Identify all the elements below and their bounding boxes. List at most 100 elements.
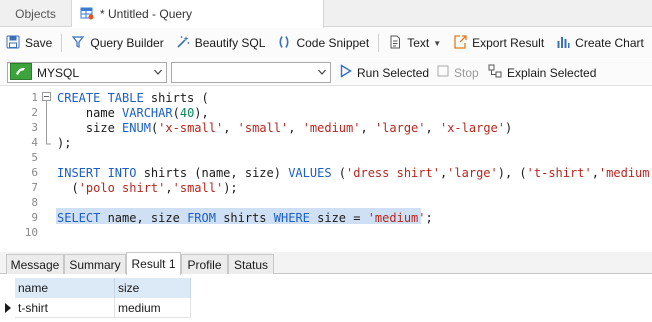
- column-header-size[interactable]: size: [115, 278, 191, 298]
- code-token: shirts: [223, 211, 274, 225]
- stop-button[interactable]: Stop: [437, 62, 479, 83]
- tab-summary[interactable]: Summary: [64, 254, 126, 274]
- table-cell[interactable]: t-shirt: [15, 298, 115, 318]
- tab-objects[interactable]: Objects: [0, 0, 72, 27]
- code-token: ), (: [497, 166, 527, 180]
- code-token: WHERE: [273, 211, 318, 225]
- connection-value: MYSQL: [37, 65, 80, 80]
- line-number: 2: [31, 106, 38, 119]
- stop-icon: [437, 65, 449, 80]
- save-button[interactable]: Save: [0, 31, 58, 55]
- code-token: VARCHAR: [122, 106, 173, 120]
- chevron-down-icon: [154, 69, 162, 75]
- code-line: );: [57, 136, 71, 150]
- code-line: size ENUM('x-small', 'small', 'medium', …: [57, 121, 512, 135]
- line-number: 9: [31, 211, 38, 224]
- export-result-label: Export Result: [472, 36, 545, 50]
- code-token: ,: [360, 121, 375, 135]
- play-icon: [340, 64, 352, 81]
- code-token: ,: [165, 181, 173, 195]
- code-token: );: [223, 181, 238, 195]
- code-token: shirts (: [150, 91, 209, 105]
- create-chart-label: Create Chart: [575, 36, 644, 50]
- tab-status[interactable]: Status: [228, 254, 274, 274]
- code-token: (: [338, 166, 347, 180]
- code-token: 'medium': [367, 211, 426, 225]
- save-icon: [6, 35, 20, 52]
- text-mode-button[interactable]: Text ▼: [382, 31, 447, 55]
- code-token: SELECT: [57, 211, 108, 225]
- tab-query-label: * Untitled - Query: [100, 7, 193, 21]
- table-cell[interactable]: medium: [115, 298, 191, 318]
- code-token: 'x-small': [158, 121, 224, 135]
- query-builder-icon: [71, 35, 85, 52]
- beautify-sql-label: Beautify SQL: [194, 36, 266, 50]
- code-line: ('polo shirt','small');: [57, 181, 238, 195]
- code-line: INSERT INTO shirts (name, size) VALUES (…: [57, 166, 652, 180]
- explain-icon: [488, 64, 502, 81]
- tab-result-1[interactable]: Result 1: [126, 252, 181, 275]
- chevron-down-icon: [318, 69, 326, 75]
- code-token: ): [505, 121, 513, 135]
- toolbar-divider: [61, 34, 63, 52]
- line-number: 5: [31, 151, 38, 164]
- caret-down-icon: ▼: [433, 38, 442, 48]
- line-number-gutter: 1 2 3 4 5 6 7 8 9 10: [0, 87, 51, 247]
- code-line: SELECT name, size FROM shirts WHERE size…: [57, 211, 433, 225]
- code-snippet-label: Code Snippet: [296, 36, 370, 50]
- tab-bar-empty-area: [324, 0, 652, 27]
- code-token: name: [57, 106, 123, 120]
- tab-result-1-label: Result 1: [131, 257, 176, 271]
- parentheses-icon: [277, 35, 291, 52]
- code-token: 'medium': [302, 121, 361, 135]
- code-token: );: [57, 136, 72, 150]
- query-builder-label: Query Builder: [90, 36, 164, 50]
- code-token: ;: [425, 211, 433, 225]
- code-token: ENUM: [122, 121, 151, 135]
- line-number: 4: [31, 136, 38, 149]
- line-number: 3: [31, 121, 38, 134]
- code-token: 'x-large': [439, 121, 505, 135]
- database-select[interactable]: [171, 62, 331, 83]
- current-row-indicator-icon: [5, 303, 11, 313]
- tab-status-label: Status: [233, 257, 269, 272]
- sql-editor[interactable]: 1 2 3 4 5 6 7 8 9 10 CREATE TABLE shirts…: [0, 87, 652, 247]
- code-token: size: [57, 121, 123, 135]
- code-token: ,: [288, 121, 303, 135]
- code-token: INSERT INTO: [57, 166, 144, 180]
- query-table-icon: [80, 6, 94, 23]
- code-snippet-button[interactable]: Code Snippet: [271, 31, 375, 55]
- run-selected-button[interactable]: Run Selected: [340, 62, 429, 83]
- code-token: 'small': [237, 121, 289, 135]
- line-number: 7: [31, 181, 38, 194]
- beautify-sql-button[interactable]: Beautify SQL: [170, 31, 272, 55]
- line-number: 10: [24, 226, 38, 239]
- explain-selected-button[interactable]: Explain Selected: [488, 62, 596, 83]
- code-line: CREATE TABLE shirts (: [57, 91, 209, 105]
- connection-select[interactable]: MYSQL: [7, 62, 167, 83]
- tab-untitled-query[interactable]: * Untitled - Query: [72, 0, 324, 28]
- query-builder-button[interactable]: Query Builder: [65, 31, 169, 55]
- export-result-button[interactable]: Export Result: [447, 31, 550, 55]
- code-token: 'large': [447, 166, 498, 180]
- code-token: ,: [591, 166, 599, 180]
- bar-chart-icon: [556, 35, 570, 52]
- column-header-name[interactable]: name: [15, 278, 115, 298]
- toolbar-divider: [378, 34, 380, 52]
- line-number: 8: [31, 196, 38, 209]
- tab-objects-label: Objects: [15, 6, 56, 21]
- line-number: 1: [31, 91, 38, 104]
- code-token: 'dress shirt': [346, 166, 440, 180]
- column-header-label: size: [118, 281, 140, 295]
- tab-profile[interactable]: Profile: [181, 254, 228, 274]
- tab-message[interactable]: Message: [6, 254, 64, 274]
- save-label: Save: [25, 36, 53, 50]
- column-header-label: name: [18, 281, 49, 295]
- create-chart-button[interactable]: Create Chart: [550, 31, 650, 55]
- code-token: 't-shirt': [526, 166, 592, 180]
- magic-wand-icon: [176, 35, 190, 52]
- fold-toggle-icon[interactable]: [42, 92, 51, 101]
- cell-value: medium: [118, 300, 161, 315]
- code-token: 'small': [172, 181, 224, 195]
- code-token: ,: [425, 121, 440, 135]
